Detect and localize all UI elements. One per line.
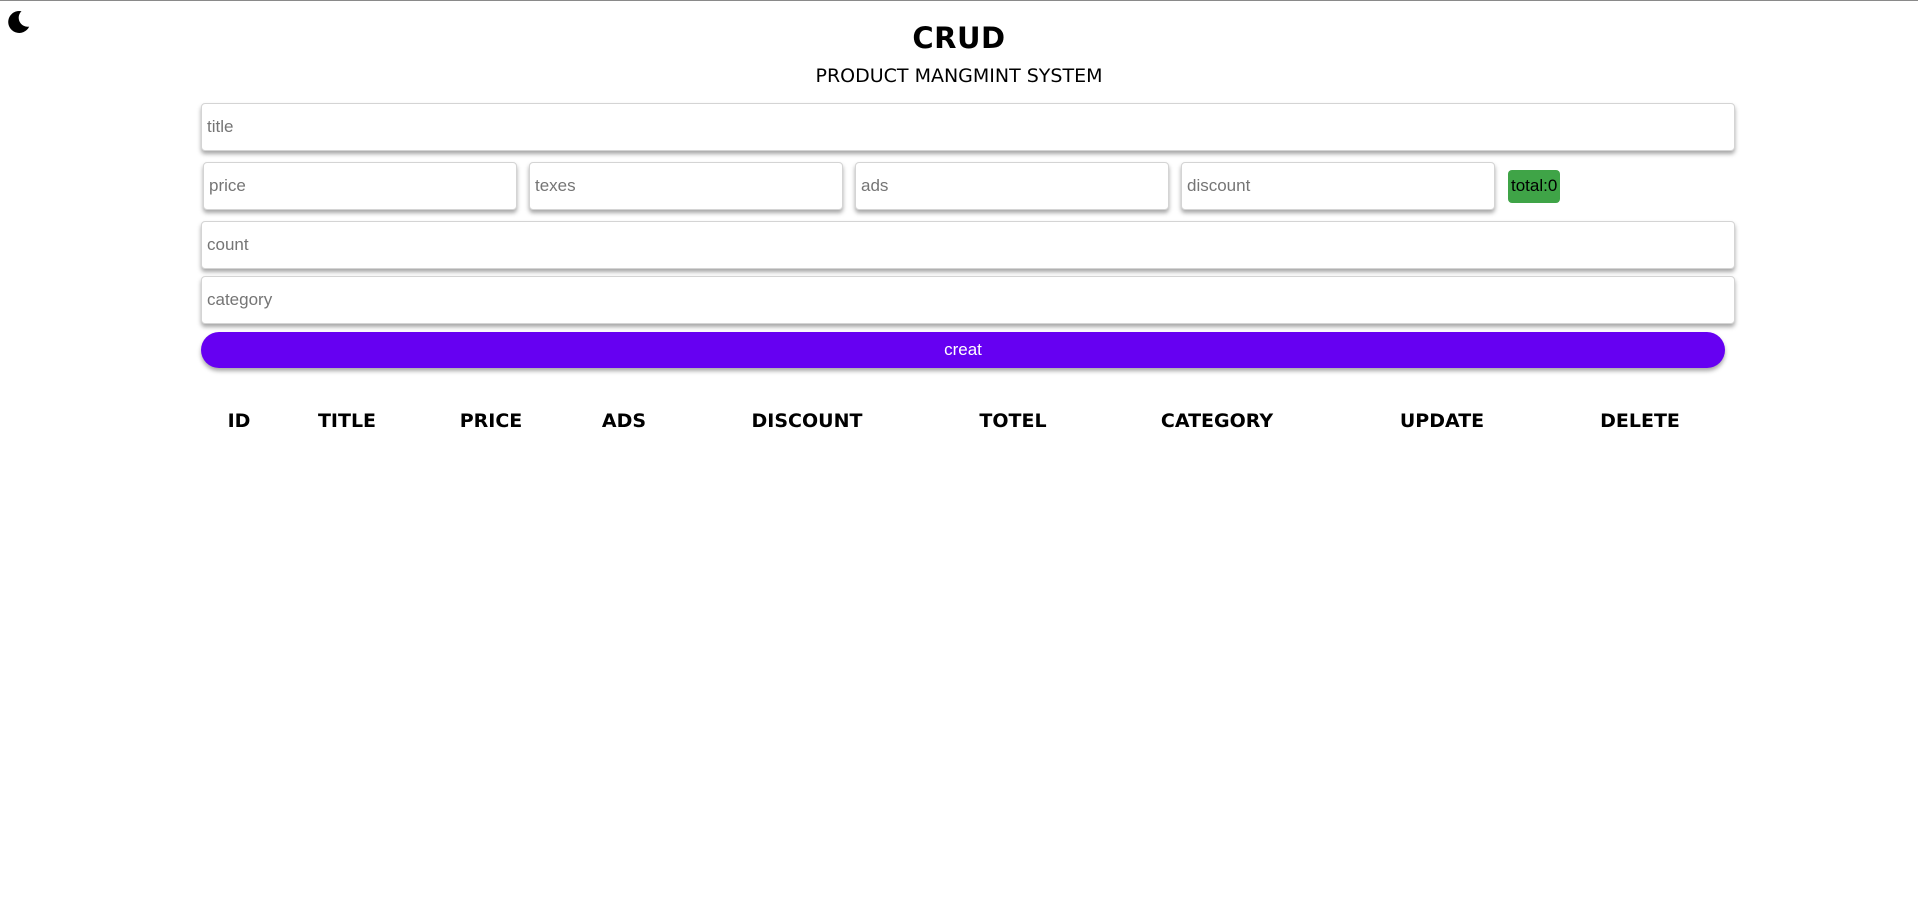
- page-title: CRUD: [912, 21, 1006, 55]
- products-table: ID TITLE PRICE ADS DISCOUNT TOTEL CATEGO…: [201, 400, 1735, 442]
- header: CRUD PRODUCT MANGMINT SYSTEM: [0, 20, 1918, 94]
- column-header-total: TOTEL: [979, 410, 1047, 432]
- column-header-price: PRICE: [459, 410, 523, 432]
- table-header-row: ID TITLE PRICE ADS DISCOUNT TOTEL CATEGO…: [201, 400, 1735, 442]
- category-row: [201, 276, 1735, 324]
- column-header-delete: DELETE: [1600, 410, 1680, 432]
- create-button[interactable]: creat: [201, 332, 1725, 368]
- column-header-id: ID: [227, 410, 251, 432]
- column-header-title: TITLE: [317, 410, 377, 432]
- column-header-ads: ADS: [601, 410, 647, 432]
- price-input[interactable]: [203, 162, 517, 210]
- page-subtitle: PRODUCT MANGMINT SYSTEM: [815, 65, 1103, 87]
- category-input[interactable]: [201, 276, 1735, 324]
- column-header-update: UPDATE: [1399, 410, 1485, 432]
- total-badge: total:0: [1508, 169, 1561, 203]
- taxes-input[interactable]: [529, 162, 843, 210]
- discount-input[interactable]: [1181, 162, 1495, 210]
- column-header-discount: DISCOUNT: [751, 410, 863, 432]
- ads-input[interactable]: [855, 162, 1169, 210]
- count-input[interactable]: [201, 221, 1735, 269]
- title-input[interactable]: [201, 103, 1735, 151]
- price-row: total:0: [203, 162, 1561, 210]
- product-form: [201, 103, 1735, 151]
- column-header-category: CATEGORY: [1160, 410, 1274, 432]
- top-border: [0, 0, 1918, 1]
- count-row: [201, 221, 1735, 269]
